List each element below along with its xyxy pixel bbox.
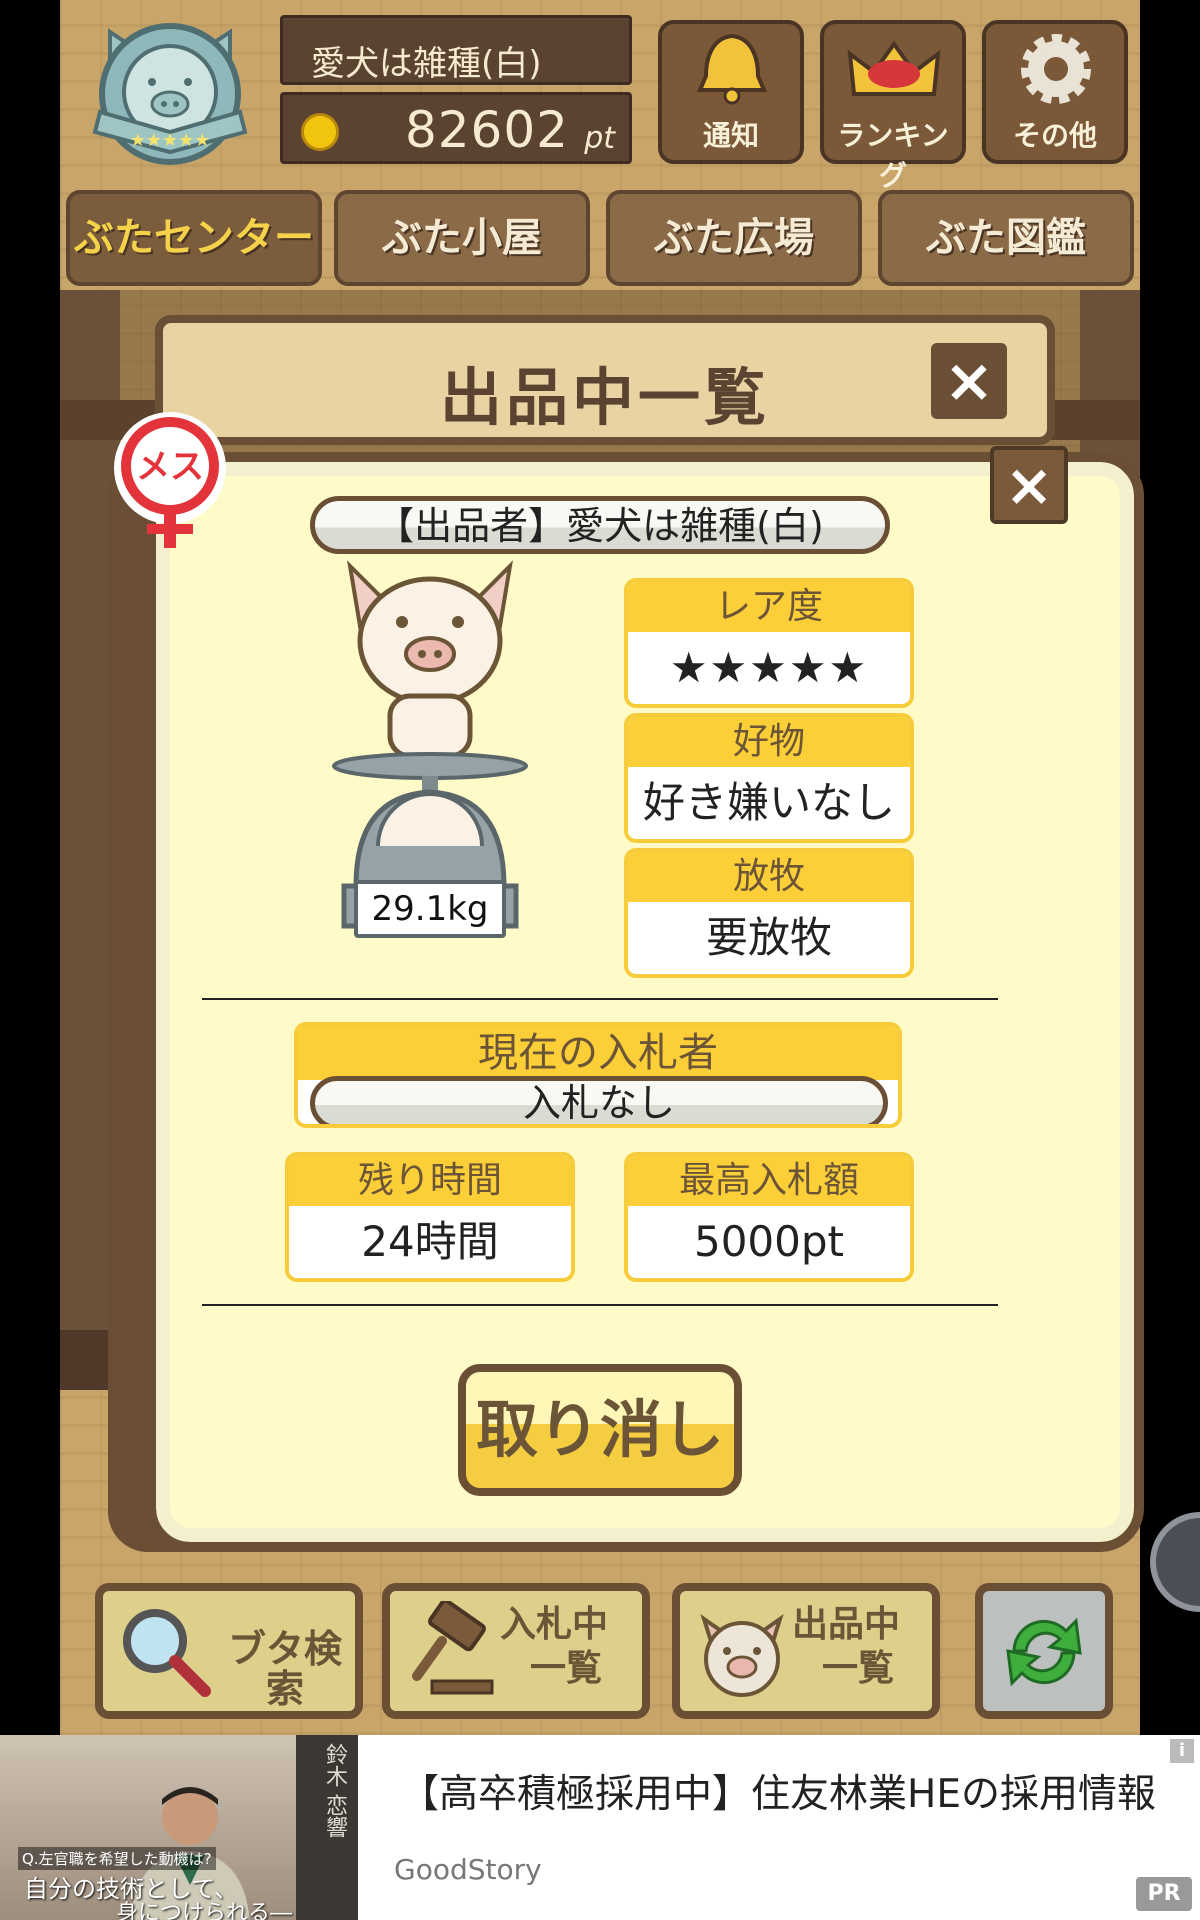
seller-name-pill: 【出品者】愛犬は雑種(白)	[310, 496, 890, 554]
notification-label: 通知	[702, 119, 759, 152]
magnifier-icon	[123, 1609, 211, 1697]
grazing-value: 要放牧	[705, 913, 832, 962]
points-unit: pt	[584, 121, 615, 156]
time-left-label: 残り時間	[289, 1156, 571, 1206]
points-display: 82602 pt	[280, 92, 632, 164]
time-left-card: 残り時間 24時間	[285, 1152, 575, 1282]
divider	[202, 998, 998, 1000]
pig-search-button[interactable]: ブタ検索	[95, 1583, 363, 1719]
tab-buta-koya[interactable]: ぶた小屋	[334, 190, 590, 286]
rarity-stars: ★★★★★	[669, 643, 869, 692]
pig-face-icon	[700, 1614, 784, 1697]
bidding-list-label-line2: 一覧	[530, 1648, 603, 1689]
current-bidder-label: 現在の入札者	[298, 1026, 898, 1080]
cancel-listing-button[interactable]: 取り消し	[458, 1364, 742, 1496]
max-bid-card: 最高入札額 5000pt	[624, 1152, 914, 1282]
ad-image-question: Q.左官職を希望した動機は?	[18, 1847, 216, 1870]
bidding-list-button[interactable]: 入札中 一覧	[382, 1583, 650, 1719]
crown-icon	[847, 40, 941, 96]
window-title-plank: 出品中一覧 ×	[155, 315, 1055, 445]
max-bid-label: 最高入札額	[628, 1156, 910, 1206]
window-title: 出品中一覧	[439, 361, 770, 434]
pig-search-label: ブタ検索	[227, 1627, 342, 1711]
ad-title[interactable]: 【高卒積極採用中】住友林業HEの採用情報	[400, 1763, 1156, 1819]
window-close-button[interactable]: ×	[931, 343, 1007, 419]
grazing-card: 放牧 要放牧	[624, 848, 914, 978]
ad-book-spine: 鈴木 恋響	[296, 1735, 358, 1920]
ad-info-icon[interactable]: i	[1170, 1739, 1194, 1763]
ranking-button[interactable]: ランキング	[820, 20, 966, 192]
divider	[202, 1304, 998, 1306]
dialog-close-button[interactable]: ×	[990, 446, 1068, 524]
max-bid-value: 5000pt	[693, 1217, 844, 1266]
current-bidder-value: 入札なし	[310, 1076, 888, 1124]
favorite-food-card: 好物 好き嫌いなし	[624, 713, 914, 843]
ad-image-caption-2: 身につけられる―	[116, 1901, 293, 1920]
favorite-food-label: 好物	[628, 717, 910, 767]
user-name-text: 愛犬は雑種(白)	[311, 44, 542, 84]
listing-list-label-line2: 一覧	[822, 1648, 895, 1689]
weight-display: 29.1kg	[354, 880, 506, 938]
other-label: その他	[1012, 119, 1097, 152]
coin-icon	[301, 113, 339, 151]
bidding-list-label-line1: 入札中	[500, 1604, 609, 1645]
favorite-food-value: 好き嫌いなし	[642, 778, 895, 827]
bell-icon	[696, 33, 768, 105]
points-value: 82602	[404, 101, 569, 159]
notification-button[interactable]: 通知	[658, 20, 804, 164]
ad-source: GoodStory	[394, 1853, 542, 1886]
female-badge-label: メス	[136, 447, 204, 487]
tab-buta-zukan[interactable]: ぶた図鑑	[878, 190, 1134, 286]
other-button[interactable]: その他	[982, 20, 1128, 164]
refresh-button[interactable]	[975, 1583, 1113, 1719]
listing-list-button[interactable]: 出品中 一覧	[672, 1583, 940, 1719]
user-name-display: 愛犬は雑種(白)	[280, 15, 632, 85]
tab-buta-center[interactable]: ぶたセンター	[66, 190, 322, 286]
rarity-card: レア度 ★★★★★	[624, 578, 914, 708]
ad-image[interactable]: 鈴木 恋響 Q.左官職を希望した動機は? 自分の技術として、 身につけられる―	[0, 1735, 358, 1920]
gear-icon	[1021, 34, 1091, 104]
ranking-label: ランキング	[837, 119, 949, 192]
female-badge-icon: メス	[114, 412, 226, 548]
pig-rank-emblem-icon[interactable]: ★★★★★	[80, 12, 260, 172]
listing-list-label-line1: 出品中	[792, 1604, 901, 1645]
tab-buta-hiroba[interactable]: ぶた広場	[606, 190, 862, 286]
ad-pr-badge: PR	[1136, 1877, 1192, 1911]
refresh-icon	[1006, 1617, 1082, 1687]
current-bidder-card: 現在の入札者 入札なし	[294, 1022, 902, 1128]
time-left-value: 24時間	[361, 1217, 499, 1266]
gavel-icon	[412, 1601, 494, 1695]
grazing-label: 放牧	[628, 852, 910, 902]
svg-text:★★★★★: ★★★★★	[130, 130, 211, 151]
ad-banner[interactable]: 鈴木 恋響 Q.左官職を希望した動機は? 自分の技術として、 身につけられる― …	[0, 1735, 1200, 1920]
rarity-label: レア度	[628, 582, 910, 632]
floating-side-button[interactable]	[1150, 1512, 1200, 1612]
